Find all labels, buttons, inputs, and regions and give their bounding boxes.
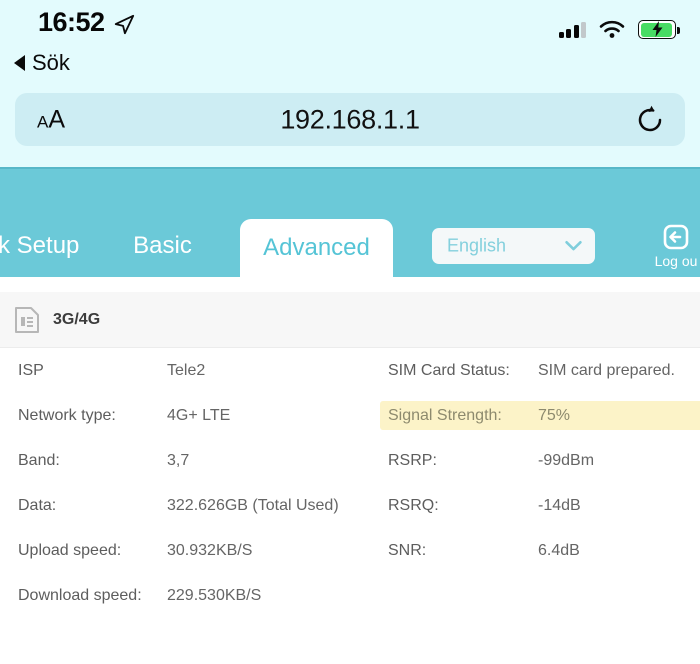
back-link-label: Sök (32, 50, 70, 76)
detail-value: 6.4dB (538, 542, 580, 560)
back-to-app-link[interactable]: Sök (14, 50, 70, 76)
detail-row: Network type:4G+ LTE (18, 393, 378, 438)
battery-charging-icon (638, 20, 676, 39)
detail-row: Download speed:229.530KB/S (18, 573, 378, 618)
detail-row: RSRP:-99dBm (388, 438, 688, 483)
status-bar: 16:52 (0, 0, 700, 50)
detail-value: 229.530KB/S (167, 587, 261, 605)
wifi-icon (599, 20, 625, 39)
detail-label: RSRP: (388, 452, 538, 470)
detail-row: RSRQ:-14dB (388, 483, 688, 528)
detail-value: Tele2 (167, 362, 205, 380)
detail-row: SNR:6.4dB (388, 528, 688, 573)
detail-label: Network type: (18, 407, 167, 425)
detail-value: 3,7 (167, 452, 189, 470)
screen: 16:52 (0, 0, 700, 664)
tab-quick-setup[interactable]: k Setup (0, 215, 78, 277)
detail-label: Download speed: (18, 587, 167, 605)
detail-value: 4G+ LTE (167, 407, 230, 425)
detail-label: ISP (18, 362, 167, 380)
reload-icon[interactable] (635, 105, 665, 135)
detail-row: Data:322.626GB (Total Used) (18, 483, 378, 528)
sim-card-icon (14, 306, 40, 334)
back-triangle-icon (14, 55, 25, 71)
detail-value: -14dB (538, 497, 581, 515)
detail-row: ISPTele2 (18, 348, 378, 393)
status-bar-clock: 16:52 (38, 7, 105, 38)
router-navbar: k Setup Basic Advanced English Log ou (0, 167, 700, 277)
detail-value: SIM card prepared. (538, 362, 675, 380)
details-column-right: SIM Card Status:SIM card prepared.Signal… (388, 348, 688, 573)
chevron-down-icon (565, 241, 582, 252)
detail-label: RSRQ: (388, 497, 538, 515)
detail-label: Upload speed: (18, 542, 167, 560)
ios-browser-chrome: 16:52 (0, 0, 700, 167)
location-arrow-icon (113, 14, 135, 36)
detail-label: SIM Card Status: (388, 362, 538, 380)
language-select[interactable]: English (432, 228, 595, 264)
logout-icon (661, 222, 691, 252)
address-bar[interactable]: AA 192.168.1.1 (15, 93, 685, 146)
detail-row: SIM Card Status:SIM card prepared. (388, 348, 688, 393)
detail-label: Band: (18, 452, 167, 470)
detail-value: 75% (538, 407, 570, 425)
detail-label: SNR: (388, 542, 538, 560)
url-text[interactable]: 192.168.1.1 (15, 104, 685, 135)
tab-basic[interactable]: Basic (125, 215, 200, 277)
logout-button[interactable]: Log ou (643, 222, 700, 269)
detail-row: Signal Strength:75% (388, 393, 688, 438)
detail-value: 322.626GB (Total Used) (167, 497, 339, 515)
detail-row: Band:3,7 (18, 438, 378, 483)
section-title: 3G/4G (53, 311, 100, 329)
logout-label: Log ou (655, 253, 698, 269)
language-select-value: English (447, 236, 506, 257)
cellular-signal-icon (559, 22, 587, 38)
detail-value: -99dBm (538, 452, 594, 470)
detail-label: Signal Strength: (388, 407, 538, 425)
tab-advanced[interactable]: Advanced (240, 219, 393, 277)
details-column-left: ISPTele2Network type:4G+ LTEBand:3,7Data… (18, 348, 378, 618)
section-header: 3G/4G (0, 292, 700, 348)
detail-label: Data: (18, 497, 167, 515)
charging-bolt-icon (651, 21, 664, 37)
detail-row: Upload speed:30.932KB/S (18, 528, 378, 573)
connection-details: ISPTele2Network type:4G+ LTEBand:3,7Data… (0, 348, 700, 664)
detail-value: 30.932KB/S (167, 542, 252, 560)
status-bar-indicators (559, 20, 677, 39)
